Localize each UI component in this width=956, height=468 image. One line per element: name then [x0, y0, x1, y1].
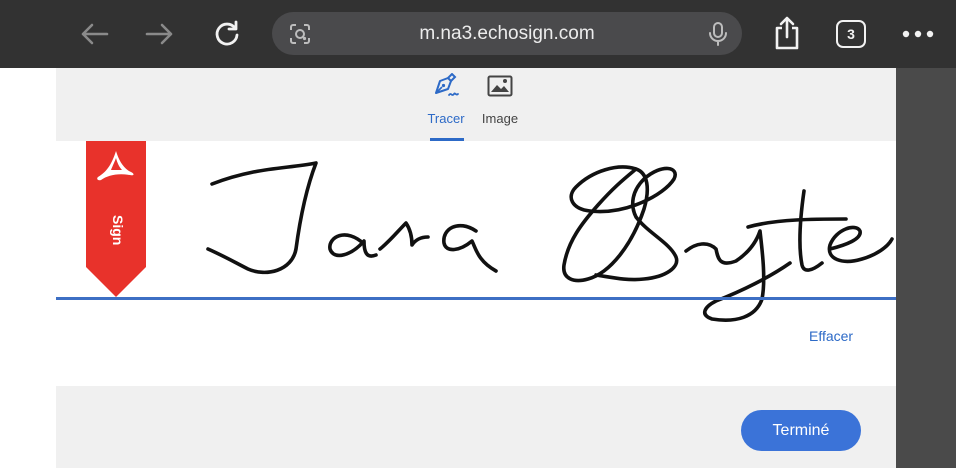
sign-here-flag: Sign: [86, 141, 146, 299]
tab-image-label: Image: [481, 111, 519, 126]
tab-draw[interactable]: Tracer: [424, 68, 468, 141]
handwritten-signature: [206, 161, 894, 322]
url-text[interactable]: m.na3.echosign.com: [332, 12, 682, 55]
more-dots-icon[interactable]: [897, 20, 939, 48]
lens-search-icon[interactable]: [284, 18, 316, 50]
tab-draw-label: Tracer: [427, 111, 465, 126]
pen-draw-icon: [432, 72, 460, 100]
share-icon[interactable]: [768, 13, 806, 53]
reload-icon[interactable]: [207, 14, 247, 54]
dialog-footer: Terminé: [56, 386, 896, 468]
signature-mode-tabs: Tracer Image: [56, 68, 896, 141]
done-button[interactable]: Terminé: [741, 410, 861, 451]
clear-button[interactable]: Effacer: [809, 328, 853, 344]
image-icon: [486, 72, 514, 100]
signature-canvas[interactable]: Sign Effacer: [56, 141, 896, 386]
sign-flag-label: Sign: [110, 215, 126, 246]
microphone-icon[interactable]: [702, 18, 734, 50]
browser-toolbar: m.na3.echosign.com 3: [0, 0, 956, 68]
signature-baseline: [56, 297, 896, 300]
tab-image[interactable]: Image: [478, 68, 522, 141]
signature-dialog: Tracer Image Sign Effacer Terminé: [56, 68, 896, 468]
arrow-left-icon[interactable]: [74, 14, 114, 54]
address-bar[interactable]: m.na3.echosign.com: [272, 12, 742, 55]
tab-count-button[interactable]: 3: [836, 20, 866, 48]
tab-count-label: 3: [847, 26, 855, 42]
page-overlay-edge: [896, 68, 956, 468]
web-page: Tracer Image Sign Effacer Terminé: [0, 68, 956, 468]
arrow-right-icon[interactable]: [140, 14, 180, 54]
